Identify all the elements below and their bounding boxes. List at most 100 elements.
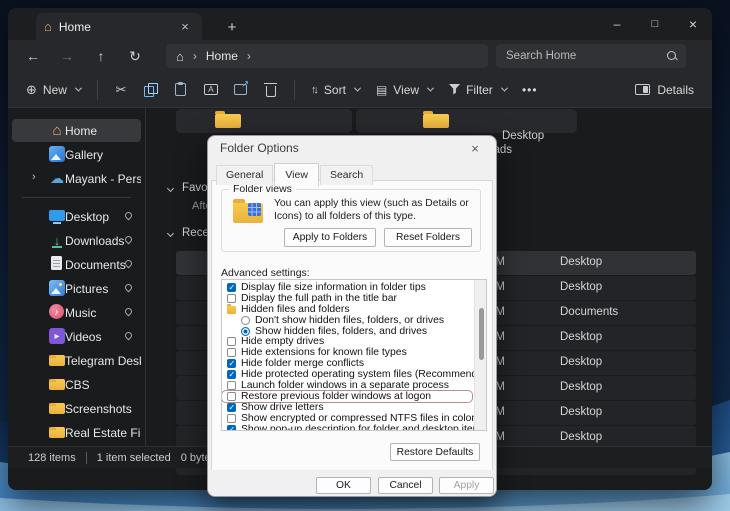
new-label: New — [42, 82, 67, 97]
setting-label: Hidden files and folders — [241, 303, 350, 315]
advanced-setting-item[interactable]: Launch folder windows in a separate proc… — [222, 380, 472, 391]
more-options-button[interactable]: ••• — [515, 78, 545, 102]
setting-control[interactable] — [227, 303, 236, 314]
selection-count: 1 item selected — [96, 451, 171, 464]
setting-control[interactable] — [227, 424, 236, 430]
tab-home[interactable]: Home — [36, 13, 202, 40]
setting-control[interactable] — [227, 293, 236, 303]
forward-button[interactable] — [50, 48, 84, 64]
breadcrumb-home-icon[interactable] — [176, 49, 184, 64]
search-icon[interactable] — [666, 50, 678, 62]
quick-access-tile[interactable] — [176, 109, 352, 133]
dialog-tab[interactable]: Search — [319, 165, 374, 185]
advanced-setting-item[interactable]: Hide empty drives — [222, 336, 472, 347]
setting-control[interactable] — [227, 337, 236, 347]
file-location: Desktop — [560, 281, 603, 293]
advanced-setting-item[interactable]: Hide folder merge conflicts — [222, 358, 472, 369]
minimize-button[interactable] — [598, 8, 636, 40]
maximize-button[interactable] — [636, 8, 674, 40]
setting-control[interactable] — [227, 282, 236, 293]
setting-control[interactable] — [227, 380, 236, 390]
setting-label: Hide empty drives — [241, 336, 325, 348]
setting-control[interactable] — [227, 348, 236, 358]
paste-button[interactable] — [166, 78, 196, 102]
sidebar-item-label: Documents — [65, 257, 126, 272]
sidebar-item[interactable]: Documents — [12, 253, 141, 276]
advanced-setting-item[interactable]: Display file size information in folder … — [222, 282, 472, 293]
file-location: Desktop — [560, 331, 603, 343]
apply-to-folders-button[interactable]: Apply to Folders — [284, 228, 376, 247]
sidebar-item[interactable]: Telegram Desktop — [12, 349, 141, 372]
share-button[interactable] — [226, 78, 256, 102]
new-button[interactable]: New — [18, 77, 89, 103]
sidebar-item[interactable]: Music — [12, 301, 141, 324]
advanced-setting-item[interactable]: Display the full path in the title bar — [222, 293, 472, 304]
cut-button[interactable] — [106, 78, 136, 102]
scrollbar-thumb[interactable] — [478, 308, 484, 360]
sidebar-item-label: Telegram Desktop — [65, 353, 141, 368]
view-button[interactable]: View — [368, 78, 441, 102]
rename-button[interactable] — [196, 78, 226, 102]
advanced-setting-item[interactable]: Show encrypted or compressed NTFS files … — [222, 413, 475, 424]
dialog-tab[interactable]: View — [274, 163, 319, 186]
advanced-settings-label: Advanced settings: — [221, 267, 310, 279]
advanced-setting-item[interactable]: Hidden files and folders — [222, 303, 472, 315]
filter-button[interactable]: Filter — [441, 78, 515, 102]
dialog-tab[interactable]: General — [216, 165, 274, 185]
up-button[interactable] — [84, 48, 118, 64]
ok-button[interactable]: OK — [316, 477, 371, 494]
setting-control[interactable] — [227, 402, 236, 413]
copy-icon — [144, 83, 159, 97]
dialog-close-icon[interactable] — [466, 141, 484, 156]
delete-button[interactable] — [256, 78, 286, 102]
sidebar-item[interactable]: Pictures — [12, 277, 141, 300]
folder-views-group: Folder views You can apply this view (su… — [221, 183, 481, 252]
sidebar-item[interactable]: CBS — [12, 373, 141, 396]
sort-button[interactable]: Sort — [303, 78, 368, 102]
cancel-button[interactable]: Cancel — [378, 477, 433, 494]
dialog-tab-label: General — [226, 169, 264, 181]
reset-folders-button[interactable]: Reset Folders — [384, 228, 472, 247]
sidebar-item-label: Videos — [65, 329, 102, 344]
details-pane-button[interactable]: Details — [627, 78, 702, 102]
new-tab-button[interactable] — [222, 19, 242, 36]
sidebar-item-label: Mayank - Persona — [65, 171, 141, 186]
setting-label: Show drive letters — [241, 401, 324, 413]
advanced-setting-item[interactable]: Hide protected operating system files (R… — [222, 369, 486, 380]
advanced-setting-item[interactable]: Hide extensions for known file types — [222, 347, 472, 358]
sidebar-item[interactable]: Videos — [12, 325, 141, 348]
setting-control[interactable] — [241, 326, 250, 336]
advanced-setting-item[interactable]: Show pop-up description for folder and d… — [222, 424, 486, 430]
apply-button[interactable]: Apply — [439, 477, 494, 494]
breadcrumb-item[interactable]: Home — [206, 49, 238, 63]
tab-close-icon[interactable] — [176, 19, 194, 34]
setting-control[interactable] — [227, 413, 236, 423]
paste-icon — [175, 82, 187, 96]
back-button[interactable] — [16, 48, 50, 64]
setting-control[interactable] — [227, 370, 236, 380]
sidebar-item[interactable]: Real Estate Financ — [12, 421, 141, 444]
search-input[interactable] — [504, 49, 666, 63]
restore-defaults-button[interactable]: Restore Defaults — [390, 443, 480, 461]
copy-button[interactable] — [136, 78, 166, 102]
sidebar-item[interactable]: Screenshots — [12, 397, 141, 420]
sidebar-item[interactable]: Mayank - Persona — [12, 167, 141, 190]
breadcrumb[interactable]: Home — [166, 44, 488, 68]
advanced-setting-item[interactable]: Show drive letters — [222, 402, 472, 413]
search-box[interactable] — [496, 44, 686, 68]
close-button[interactable] — [674, 8, 712, 40]
sidebar-item[interactable]: Desktop — [12, 205, 141, 228]
refresh-button[interactable] — [118, 48, 152, 65]
advanced-setting-item[interactable]: Don't show hidden files, folders, or dri… — [236, 315, 472, 326]
sidebar-item[interactable]: Home — [12, 119, 141, 142]
sidebar-item[interactable]: Gallery — [12, 143, 141, 166]
advanced-setting-item[interactable]: Restore previous folder windows at logon — [222, 391, 472, 402]
sidebar-item[interactable]: Downloads — [12, 229, 141, 252]
advanced-settings-list[interactable]: Display file size information in folder … — [221, 279, 487, 431]
setting-control[interactable] — [227, 391, 236, 401]
setting-control[interactable] — [227, 359, 236, 369]
setting-control[interactable] — [241, 315, 250, 325]
expand-chevron-icon[interactable] — [32, 171, 36, 183]
advanced-setting-item[interactable]: Show hidden files, folders, and drives — [236, 326, 472, 337]
list-scrollbar[interactable] — [474, 280, 486, 430]
